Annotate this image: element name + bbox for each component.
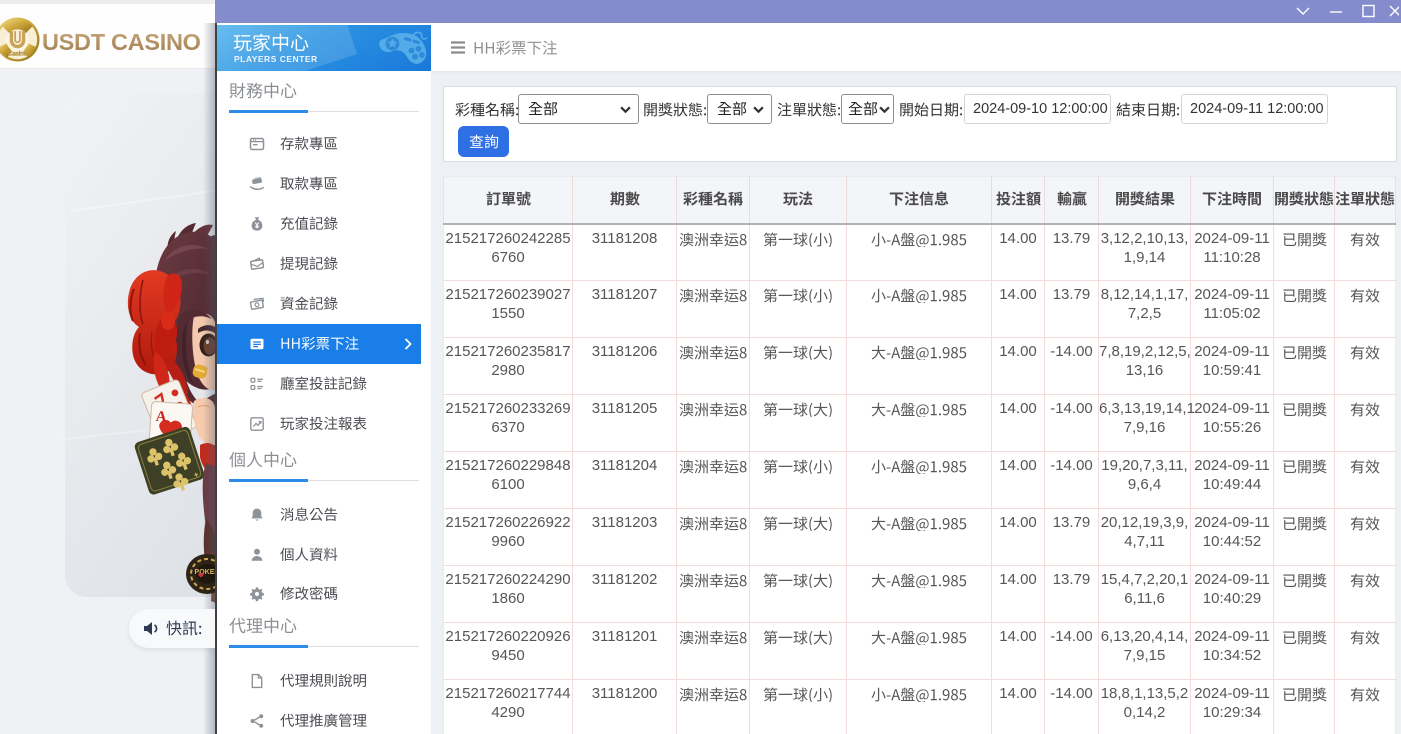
svg-text:Casino: Casino [8,50,28,57]
svg-text:POKER: POKER [195,569,215,576]
